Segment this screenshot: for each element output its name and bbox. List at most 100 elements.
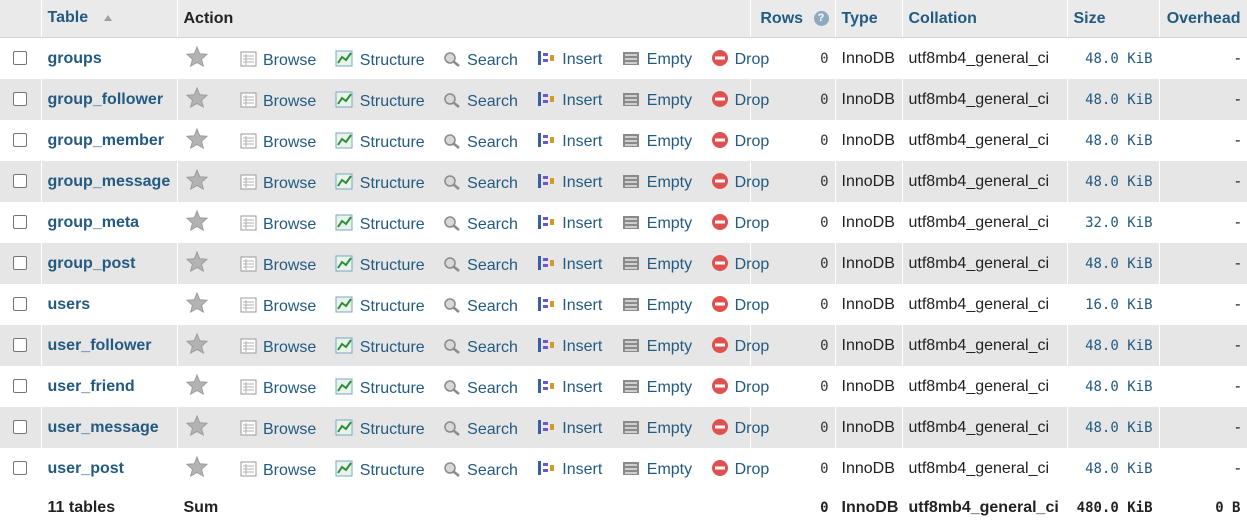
row-checkbox[interactable]: [13, 256, 28, 271]
row-checkbox[interactable]: [13, 461, 28, 476]
row-checkbox[interactable]: [13, 338, 28, 353]
drop-button[interactable]: Drop: [711, 336, 769, 359]
structure-button[interactable]: Structure: [335, 173, 425, 195]
search-button[interactable]: Search: [443, 92, 518, 113]
header-overhead[interactable]: Overhead: [1159, 0, 1247, 38]
table-size[interactable]: 48.0 KiB: [1067, 325, 1160, 366]
header-rows[interactable]: Rows ?: [750, 0, 836, 38]
table-size[interactable]: 48.0 KiB: [1067, 120, 1160, 161]
search-button[interactable]: Search: [443, 174, 518, 195]
drop-button[interactable]: Drop: [711, 131, 769, 154]
insert-button[interactable]: Insert: [536, 49, 602, 72]
table-name-link[interactable]: user_post: [48, 460, 124, 477]
browse-button[interactable]: Browse: [240, 297, 316, 318]
row-checkbox[interactable]: [13, 379, 28, 394]
table-name-link[interactable]: group_post: [48, 255, 136, 272]
header-type[interactable]: Type: [835, 0, 903, 38]
search-button[interactable]: Search: [443, 215, 518, 236]
table-name-link[interactable]: group_member: [48, 132, 164, 149]
empty-button[interactable]: Empty: [621, 213, 692, 236]
table-size[interactable]: 48.0 KiB: [1067, 448, 1160, 489]
search-button[interactable]: Search: [443, 379, 518, 400]
structure-button[interactable]: Structure: [335, 132, 425, 154]
structure-button[interactable]: Structure: [335, 460, 425, 482]
search-button[interactable]: Search: [443, 256, 518, 277]
browse-button[interactable]: Browse: [240, 51, 316, 72]
favorite-button[interactable]: [185, 127, 214, 154]
row-checkbox[interactable]: [13, 92, 28, 107]
insert-button[interactable]: Insert: [536, 377, 602, 400]
insert-button[interactable]: Insert: [536, 131, 602, 154]
table-size[interactable]: 48.0 KiB: [1067, 407, 1160, 448]
empty-button[interactable]: Empty: [621, 172, 692, 195]
table-name-link[interactable]: users: [48, 296, 91, 313]
favorite-button[interactable]: [185, 209, 214, 236]
browse-button[interactable]: Browse: [240, 215, 316, 236]
drop-button[interactable]: Drop: [711, 49, 769, 72]
help-icon[interactable]: ?: [813, 10, 829, 26]
table-name-link[interactable]: user_friend: [48, 378, 135, 395]
insert-button[interactable]: Insert: [536, 172, 602, 195]
drop-button[interactable]: Drop: [711, 295, 769, 318]
search-button[interactable]: Search: [443, 51, 518, 72]
insert-button[interactable]: Insert: [536, 459, 602, 482]
favorite-button[interactable]: [185, 373, 214, 400]
empty-button[interactable]: Empty: [621, 418, 692, 441]
header-collation[interactable]: Collation: [902, 0, 1068, 38]
favorite-button[interactable]: [185, 414, 214, 441]
empty-button[interactable]: Empty: [621, 90, 692, 113]
header-table[interactable]: Table: [41, 0, 178, 38]
structure-button[interactable]: Structure: [335, 296, 425, 318]
empty-button[interactable]: Empty: [621, 131, 692, 154]
drop-button[interactable]: Drop: [711, 213, 769, 236]
table-size[interactable]: 48.0 KiB: [1067, 37, 1160, 79]
empty-button[interactable]: Empty: [621, 459, 692, 482]
favorite-button[interactable]: [185, 332, 214, 359]
insert-button[interactable]: Insert: [536, 213, 602, 236]
favorite-button[interactable]: [185, 45, 214, 72]
table-size[interactable]: 48.0 KiB: [1067, 79, 1160, 120]
browse-button[interactable]: Browse: [240, 379, 316, 400]
search-button[interactable]: Search: [443, 133, 518, 154]
table-size[interactable]: 16.0 KiB: [1067, 284, 1160, 325]
insert-button[interactable]: Insert: [536, 336, 602, 359]
table-name-link[interactable]: user_follower: [48, 337, 152, 354]
table-name-link[interactable]: user_message: [48, 419, 159, 436]
empty-button[interactable]: Empty: [621, 295, 692, 318]
table-size[interactable]: 32.0 KiB: [1067, 202, 1160, 243]
table-name-link[interactable]: groups: [48, 50, 102, 67]
header-size[interactable]: Size: [1067, 0, 1160, 38]
table-name-link[interactable]: group_follower: [48, 91, 164, 108]
table-name-link[interactable]: group_meta: [48, 214, 140, 231]
row-checkbox[interactable]: [13, 133, 28, 148]
drop-button[interactable]: Drop: [711, 377, 769, 400]
insert-button[interactable]: Insert: [536, 254, 602, 277]
row-checkbox[interactable]: [13, 174, 28, 189]
browse-button[interactable]: Browse: [240, 256, 316, 277]
table-size[interactable]: 48.0 KiB: [1067, 161, 1160, 202]
empty-button[interactable]: Empty: [621, 377, 692, 400]
row-checkbox[interactable]: [13, 297, 28, 312]
structure-button[interactable]: Structure: [335, 214, 425, 236]
structure-button[interactable]: Structure: [335, 91, 425, 113]
favorite-button[interactable]: [185, 168, 214, 195]
structure-button[interactable]: Structure: [335, 419, 425, 441]
drop-button[interactable]: Drop: [711, 90, 769, 113]
empty-button[interactable]: Empty: [621, 49, 692, 72]
table-size[interactable]: 48.0 KiB: [1067, 243, 1160, 284]
browse-button[interactable]: Browse: [240, 174, 316, 195]
browse-button[interactable]: Browse: [240, 420, 316, 441]
insert-button[interactable]: Insert: [536, 418, 602, 441]
search-button[interactable]: Search: [443, 420, 518, 441]
browse-button[interactable]: Browse: [240, 461, 316, 482]
table-name-link[interactable]: group_message: [48, 173, 171, 190]
favorite-button[interactable]: [185, 455, 214, 482]
browse-button[interactable]: Browse: [240, 338, 316, 359]
favorite-button[interactable]: [185, 291, 214, 318]
row-checkbox[interactable]: [13, 420, 28, 435]
drop-button[interactable]: Drop: [711, 172, 769, 195]
browse-button[interactable]: Browse: [240, 92, 316, 113]
insert-button[interactable]: Insert: [536, 90, 602, 113]
drop-button[interactable]: Drop: [711, 254, 769, 277]
favorite-button[interactable]: [185, 250, 214, 277]
